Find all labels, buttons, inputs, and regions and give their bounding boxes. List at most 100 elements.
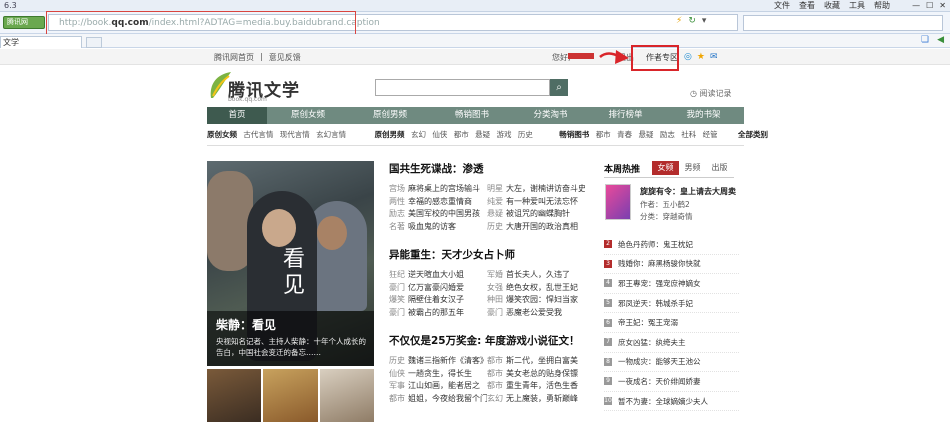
list-item[interactable]: 10 暂不为妻：全球嫡嫡少夫人 [604,392,739,412]
nav-rankings[interactable]: 排行榜单 [588,107,663,124]
headline-link[interactable]: 逆天暄血大小姐 [408,270,464,279]
list-item[interactable]: 7 庶女凶猛：纨绔夫主 [604,333,739,353]
category-tag[interactable]: 仙侠 [389,369,405,378]
rank-title[interactable]: 邪王專宠：强宠庶神嫡女 [618,278,701,289]
list-item[interactable]: 8 一物成灾：能够天王池公 [604,353,739,373]
feature-photo[interactable]: 看见 柴静：看见 央视知名记者、主持人柴静：十年个人成长的告白，中国社会变迁的备… [207,161,374,366]
subnav-link[interactable]: 社科 [681,130,696,139]
headline-link[interactable]: 姐姐，今夜给我留个门 [408,394,487,403]
thumbnail[interactable] [319,369,374,422]
headline-link[interactable]: 被诅咒的幽蝶胸针 [506,209,570,218]
dropdown-icon[interactable]: ▾ [702,16,707,26]
thumbnail[interactable] [263,369,318,422]
headline-link[interactable]: 无上魔装，勇斩巅峰 [506,394,578,403]
headline-link[interactable]: 美女老总的贴身保镖 [506,369,578,378]
category-tag[interactable]: 励志 [389,209,405,218]
rank-title[interactable]: 一物成灾：能够天王池公 [618,356,701,367]
thumbnail[interactable] [207,369,262,422]
feature-caption-title[interactable]: 柴静：看见 [216,316,276,333]
book-cover[interactable] [605,184,631,220]
menu-view[interactable]: 查看 [799,0,815,12]
headline-link[interactable]: 吸血鬼的访客 [408,222,456,231]
subnav-link[interactable]: 仙侠 [432,130,447,139]
menu-help[interactable]: 帮助 [874,0,890,12]
category-tag[interactable]: 两性 [389,197,405,206]
category-tag[interactable]: 种田 [487,295,503,304]
category-tag[interactable]: 豪门 [389,308,405,317]
nav-bestsellers[interactable]: 畅销图书 [431,107,513,124]
category-tag[interactable]: 都市 [487,381,503,390]
subnav-link[interactable]: 历史 [518,130,533,139]
subnav-link[interactable]: 游戏 [497,130,512,139]
tab-female[interactable]: 女频 [652,161,679,175]
menu-favorites[interactable]: 收藏 [824,0,840,12]
menu-tools[interactable]: 工具 [849,0,865,12]
headline-link[interactable]: 绝色女权，乱世王妃 [506,283,578,292]
category-tag[interactable]: 豪门 [389,283,405,292]
list-item[interactable]: 2 绝色丹药师：鬼王枕妃 [604,235,739,255]
headline-title[interactable]: 国共生死谍战：渗透 [389,161,589,176]
subnav-male-label[interactable]: 原创男频 [375,130,405,139]
list-item[interactable]: 3 贱婚你：麻黑杨骏你快就 [604,255,739,275]
tab-active[interactable]: 文学 [0,36,82,48]
reading-history-link[interactable]: ◷ 阅读记录 [690,88,732,99]
headline-link[interactable]: 大唐开国的政治真相 [506,222,578,231]
featured-book-title[interactable]: 旋旋有令：皇上请去大周卖 [640,186,736,197]
maximize-icon[interactable]: ☐ [926,1,933,10]
category-tag[interactable]: 军事 [389,381,405,390]
headline-link[interactable]: 首长夫人，久违了 [506,270,570,279]
category-tag[interactable]: 历史 [487,222,503,231]
headline-link[interactable]: 幸福的感恋重情商 [408,197,472,206]
link-qq-home[interactable]: 腾讯网首页 [214,52,254,63]
menu-file[interactable]: 文件 [774,0,790,12]
weibo-icon[interactable]: ◎ [684,52,692,62]
headline-link[interactable]: 斯二代，坐拥白富美 [506,356,578,365]
subnav-link[interactable]: 青春 [617,130,632,139]
subnav-link[interactable]: 玄幻言情 [316,130,346,139]
back-icon[interactable]: ◀ [937,35,944,45]
category-tag[interactable]: 都市 [487,356,503,365]
tab-male[interactable]: 男频 [679,161,706,175]
headline-title[interactable]: 异能重生：天才少女占卜师 [389,247,589,262]
category-tag[interactable]: 历史 [389,356,405,365]
subnav-link[interactable]: 悬疑 [638,130,653,139]
nav-bookshelf[interactable]: 我的书架 [663,107,744,124]
category-tag[interactable]: 女强 [487,283,503,292]
subnav-link[interactable]: 经管 [703,130,718,139]
category-tag[interactable]: 豪门 [487,308,503,317]
browser-search-box[interactable] [743,15,943,31]
headline-link[interactable]: 麻将桌上的宫场输斗 [408,184,480,193]
subnav-link[interactable]: 励志 [660,130,675,139]
subnav-link[interactable]: 现代言情 [280,130,310,139]
tab-publish[interactable]: 出版 [706,161,733,175]
category-tag[interactable]: 名著 [389,222,405,231]
link-feedback[interactable]: 意见反馈 [269,52,301,63]
list-item[interactable]: 4 邪王專宠：强宠庶神嫡女 [604,274,739,294]
list-item[interactable]: 6 帝王妃：冤王宠溺 [604,313,739,333]
rank-title[interactable]: 暂不为妻：全球嫡嫡少夫人 [618,396,708,407]
category-tag[interactable]: 悬疑 [487,209,503,218]
category-tag[interactable]: 玄幻 [487,394,503,403]
new-tab-button[interactable] [86,37,102,48]
star-icon[interactable]: ★ [697,52,705,62]
rank-title[interactable]: 邪凤逆天：韩城杀手妃 [618,298,693,309]
headline-title[interactable]: 不仅仅是25万奖金: 年度游戏小说征文！ [389,333,589,348]
nav-home[interactable]: 首页 [207,107,267,124]
subnav-link[interactable]: 都市 [596,130,611,139]
nav-male-original[interactable]: 原创男频 [349,107,431,124]
refresh-icon[interactable]: ↻ [688,16,696,26]
list-item[interactable]: 9 一夜成名：天价绯闻娇妻 [604,372,739,392]
nav-female-original[interactable]: 原创女频 [267,107,349,124]
rank-title[interactable]: 庶女凶猛：纨绔夫主 [618,337,686,348]
headline-link[interactable]: 美国军校的中国男孩 [408,209,480,218]
headline-link[interactable]: 亿万富豪闪婚爱 [408,283,464,292]
subnav-link[interactable]: 古代言情 [243,130,273,139]
lightning-icon[interactable]: ⚡ [676,16,682,26]
mail-icon[interactable]: ✉ [710,52,718,62]
subnav-link[interactable]: 都市 [454,130,469,139]
rank-title[interactable]: 绝色丹药师：鬼王枕妃 [618,239,693,250]
category-tag[interactable]: 都市 [389,394,405,403]
compat-icon[interactable]: ❏ [921,35,929,45]
headline-link[interactable]: 恶魔老公爱受我 [506,308,562,317]
subnav-link[interactable]: 悬疑 [475,130,490,139]
